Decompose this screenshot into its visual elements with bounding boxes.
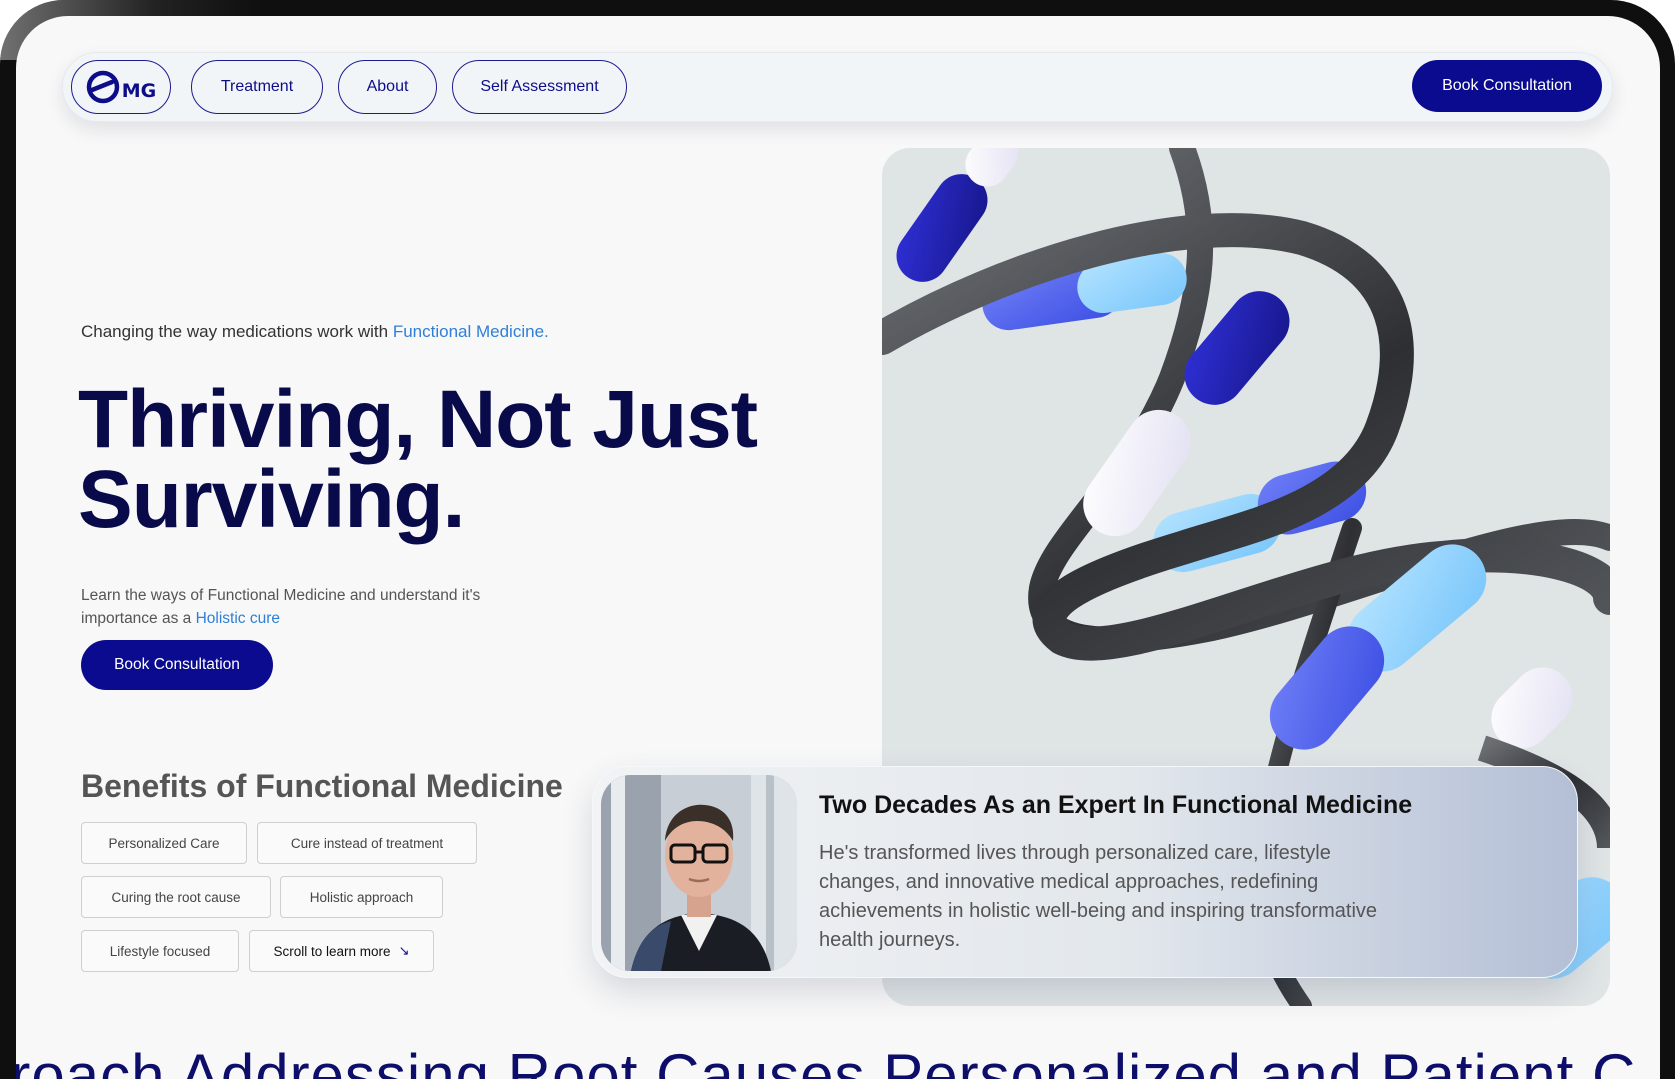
tagline-prefix: Changing the way medications work with — [81, 322, 393, 341]
hero-title-line2: Surviving. — [78, 454, 465, 545]
device-frame: MG Treatment About Self Assessment Book … — [0, 0, 1675, 1079]
hero-title: Thriving, Not Just Surviving. — [78, 374, 798, 545]
portrait-illustration — [601, 775, 797, 971]
benefit-chip[interactable]: Holistic approach — [280, 876, 443, 918]
hero-description: Learn the ways of Functional Medicine an… — [81, 584, 551, 630]
benefit-chip[interactable]: Cure instead of treatment — [257, 822, 477, 864]
benefit-chip[interactable]: Personalized Care — [81, 822, 247, 864]
nav-item-self-assessment[interactable]: Self Assessment — [452, 60, 627, 114]
nav-item-about[interactable]: About — [338, 60, 437, 114]
arrow-down-right-icon: ↘ — [398, 943, 410, 958]
benefit-chip[interactable]: Lifestyle focused — [81, 930, 239, 972]
benefits-title: Benefits of Functional Medicine — [81, 768, 563, 804]
nav-book-consultation-button[interactable]: Book Consultation — [1412, 60, 1602, 112]
logo-text: MG — [121, 80, 157, 102]
hero-tagline: Changing the way medications work with F… — [81, 322, 549, 342]
expert-card[interactable]: Two Decades As an Expert In Functional M… — [592, 766, 1578, 978]
scroll-to-learn-more-button[interactable]: Scroll to learn more ↘ — [249, 930, 434, 972]
expert-card-title: Two Decades As an Expert In Functional M… — [819, 791, 1413, 819]
logo[interactable]: MG — [71, 60, 171, 114]
logo-mark-icon — [86, 70, 119, 104]
hero-desc-accent-link[interactable]: Holistic cure — [196, 610, 280, 627]
tagline-accent-link[interactable]: Functional Medicine. — [393, 322, 549, 341]
marquee-text: proach Addressing Root Causes Personaliz… — [16, 1042, 1637, 1079]
hero-book-consultation-button[interactable]: Book Consultation — [81, 640, 273, 690]
screen: MG Treatment About Self Assessment Book … — [16, 16, 1660, 1079]
benefit-chip[interactable]: Curing the root cause — [81, 876, 271, 918]
expert-card-body: He's transformed lives through personali… — [819, 842, 1378, 951]
nav-item-treatment[interactable]: Treatment — [191, 60, 323, 114]
scroll-label: Scroll to learn more — [273, 943, 391, 959]
top-nav: MG Treatment About Self Assessment Book … — [62, 52, 1613, 122]
hero-title-line1: Thriving, Not Just — [78, 374, 758, 465]
hero-desc-prefix: Learn the ways of Functional Medicine an… — [81, 587, 481, 627]
expert-portrait — [601, 775, 797, 971]
